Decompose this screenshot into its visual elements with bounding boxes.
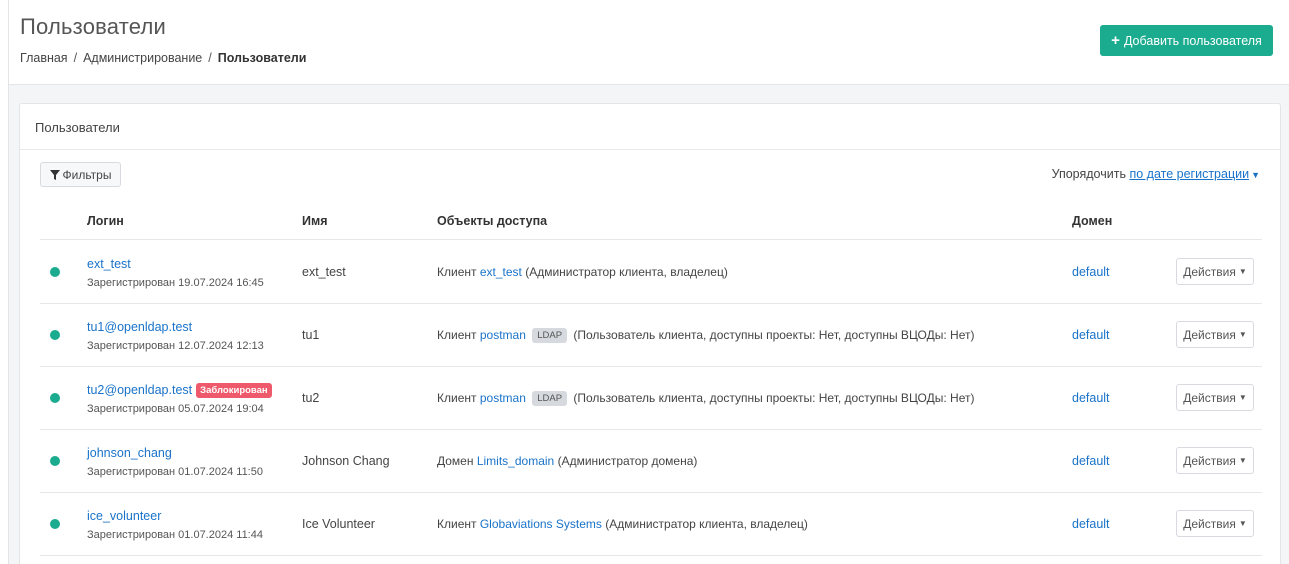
registration-date: Зарегистрирован 01.07.2024 11:44 [87,529,263,541]
access-objects: Домен Limits_domain (Администратор домен… [437,454,697,468]
sort-control: Упорядочить по дате регистрации ▼ [1052,167,1260,181]
domain-link[interactable]: default [1072,265,1110,279]
filters-button[interactable]: Фильтры [40,162,121,187]
add-user-button-label: Добавить пользователя [1123,33,1262,48]
page-title: Пользователи [20,14,166,39]
ldap-badge: LDAP [532,328,568,343]
breadcrumb-home[interactable]: Главная [20,51,68,65]
column-header-domain: Домен [1072,214,1113,228]
caret-down-icon: ▼ [1238,267,1247,276]
access-object-link[interactable]: ext_test [480,265,522,279]
user-login-link[interactable]: tu2@openldap.test [87,383,192,397]
page-header: Пользователи Главная / Администрирование / П… [9,0,1289,85]
user-login-link[interactable]: johnson_chang [87,446,172,460]
table-row: johnson_chang Зарегистрирован 01.07.2024 … [40,429,1262,492]
access-type: Клиент [437,517,477,531]
actions-button[interactable]: Действия ▼ [1176,258,1254,285]
user-name: ext_test [302,265,346,279]
status-dot-icon [50,519,60,529]
table-row: tu1@openldap.test Зарегистрирован 12.07.2… [40,303,1262,366]
user-login-cell: ice_volunteer [87,509,161,523]
access-role: (Администратор домена) [557,454,698,468]
row-divider [40,555,1262,556]
access-object-link[interactable]: postman [480,391,526,405]
sort-prefix: Упорядочить [1051,167,1126,181]
actions-button-label: Действия [1183,327,1236,342]
actions-button-label: Действия [1183,264,1236,279]
domain-link[interactable]: default [1072,328,1110,342]
status-dot-icon [50,330,60,340]
access-role: (Пользователь клиента, доступны проекты:… [573,391,975,405]
caret-down-icon: ▼ [1238,456,1247,465]
access-type: Домен [437,454,474,468]
domain-link[interactable]: default [1072,391,1110,405]
caret-down-icon[interactable]: ▼ [1251,170,1260,180]
access-objects: Клиент postman LDAP (Пользователь клиент… [437,328,974,343]
domain-link[interactable]: default [1072,454,1110,468]
table-row: ext_test Зарегистрирован 19.07.2024 16:45… [40,240,1262,303]
actions-button-label: Действия [1183,390,1236,405]
access-role: (Администратор клиента, владелец) [605,517,808,531]
registration-date: Зарегистрирован 05.07.2024 19:04 [87,403,264,415]
column-header-access: Объекты доступа [437,214,548,228]
breadcrumb-admin[interactable]: Администрирование [83,51,202,65]
access-objects: Клиент ext_test (Администратор клиента, … [437,265,728,279]
caret-down-icon: ▼ [1238,330,1247,339]
user-login-cell: tu1@openldap.test [87,320,192,334]
user-login-link[interactable]: ice_volunteer [87,509,161,523]
status-dot-icon [50,393,60,403]
access-object-link[interactable]: Limits_domain [477,454,554,468]
access-type: Клиент [437,391,477,405]
status-dot-icon [50,456,60,466]
sort-dropdown[interactable]: по дате регистрации [1129,167,1249,181]
column-header-name: Имя [302,214,328,228]
access-objects: Клиент postman LDAP (Пользователь клиент… [437,391,974,406]
blocked-badge: Заблокирован [196,383,272,398]
access-object-link[interactable]: postman [480,328,526,342]
table-row: tu2@openldap.test Заблокирован Зарегистрир… [40,366,1262,429]
user-name: tu2 [302,391,320,405]
filters-button-label: Фильтры [62,167,112,182]
filter-icon [49,169,60,180]
user-name: Ice Volunteer [302,517,375,531]
card-title: Пользователи [20,104,1280,150]
access-objects: Клиент Globaviations Systems (Администра… [437,517,808,531]
actions-button-label: Действия [1183,453,1236,468]
access-type: Клиент [437,328,477,342]
add-user-button[interactable]: + Добавить пользователя [1100,25,1273,56]
registration-date: Зарегистрирован 12.07.2024 12:13 [87,340,264,352]
access-type: Клиент [437,265,477,279]
user-name: tu1 [302,328,320,342]
column-header-login: Логин [87,214,124,228]
app-window: Пользователи Главная / Администрирование / П… [8,0,1289,564]
caret-down-icon: ▼ [1238,393,1247,402]
breadcrumb-separator: / [73,51,78,65]
plus-icon: + [1111,32,1120,49]
access-role: (Пользователь клиента, доступны проекты:… [573,328,975,342]
registration-date: Зарегистрирован 19.07.2024 16:45 [87,277,264,289]
access-object-link[interactable]: Globaviations Systems [480,517,602,531]
users-card: Пользователи Фильтры Упорядочить по дате… [19,103,1281,564]
domain-link[interactable]: default [1072,517,1110,531]
table-row: ice_volunteer Зарегистрирован 01.07.2024 … [40,492,1262,555]
status-dot-icon [50,267,60,277]
access-role: (Администратор клиента, владелец) [525,265,728,279]
user-login-link[interactable]: ext_test [87,257,131,271]
actions-button[interactable]: Действия ▼ [1176,321,1254,348]
user-name: Johnson Chang [302,454,390,468]
breadcrumb-separator: / [208,51,212,65]
user-login-link[interactable]: tu1@openldap.test [87,320,192,334]
user-login-cell: johnson_chang [87,446,172,460]
breadcrumb-current: Пользователи [217,51,307,65]
actions-button[interactable]: Действия ▼ [1176,447,1254,474]
ldap-badge: LDAP [532,391,568,406]
actions-button[interactable]: Действия ▼ [1176,384,1254,411]
caret-down-icon: ▼ [1238,519,1247,528]
actions-button[interactable]: Действия ▼ [1176,510,1254,537]
user-login-cell: ext_test [87,257,131,271]
breadcrumb: Главная / Администрирование / Пользователи [20,51,306,65]
actions-button-label: Действия [1183,516,1236,531]
registration-date: Зарегистрирован 01.07.2024 11:50 [87,466,263,478]
user-login-cell: tu2@openldap.test Заблокирован [87,383,272,398]
